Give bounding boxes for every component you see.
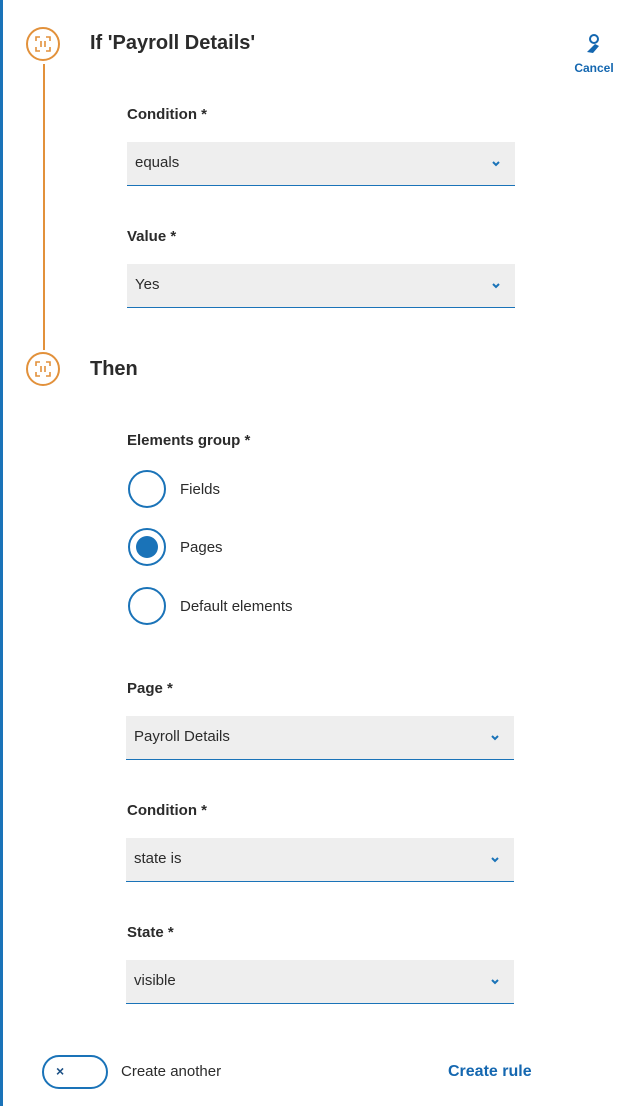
create-another-toggle[interactable]: ×	[42, 1055, 108, 1089]
cancel-icon	[587, 34, 599, 53]
chevron-down-icon	[491, 979, 499, 985]
radio-pages[interactable]	[128, 528, 166, 566]
radio-fields-label: Fields	[180, 481, 221, 498]
if-title: If 'Payroll Details'	[90, 32, 256, 54]
page-label: Page *	[127, 680, 173, 697]
if-value-value: Yes	[135, 276, 160, 293]
radio-pages-label: Pages	[180, 539, 223, 556]
chevron-down-icon	[492, 283, 500, 289]
condition-step-icon	[26, 27, 60, 61]
create-another-label: Create another	[121, 1063, 222, 1080]
then-condition-select[interactable]: state is	[126, 838, 514, 882]
timeline-connector	[43, 64, 45, 350]
if-value-select[interactable]: Yes	[127, 264, 515, 308]
close-icon: ×	[56, 1063, 65, 1079]
left-border	[0, 0, 3, 1106]
page-select[interactable]: Payroll Details	[126, 716, 514, 760]
create-rule-button[interactable]: Create rule	[448, 1063, 532, 1081]
cancel-label: Cancel	[574, 61, 614, 75]
page-value: Payroll Details	[134, 728, 230, 745]
chevron-down-icon	[492, 161, 500, 167]
radio-fields[interactable]	[128, 470, 166, 508]
elements-group-label: Elements group *	[127, 432, 251, 449]
if-condition-label: Condition *	[127, 106, 207, 123]
if-condition-select[interactable]: equals	[127, 142, 515, 186]
chevron-down-icon	[491, 735, 499, 741]
if-value-label: Value *	[127, 228, 177, 245]
if-condition-value: equals	[135, 154, 180, 171]
then-title: Then	[90, 358, 138, 380]
cancel-button[interactable]: Cancel	[571, 34, 617, 75]
state-label: State *	[127, 924, 174, 941]
chevron-down-icon	[491, 857, 499, 863]
state-value: visible	[134, 972, 176, 989]
state-select[interactable]: visible	[126, 960, 514, 1004]
action-step-icon	[26, 352, 60, 386]
then-condition-label: Condition *	[127, 802, 207, 819]
radio-selected-dot	[136, 536, 158, 558]
radio-default-elements-label: Default elements	[180, 598, 293, 615]
then-condition-value: state is	[134, 850, 182, 867]
radio-default-elements[interactable]	[128, 587, 166, 625]
